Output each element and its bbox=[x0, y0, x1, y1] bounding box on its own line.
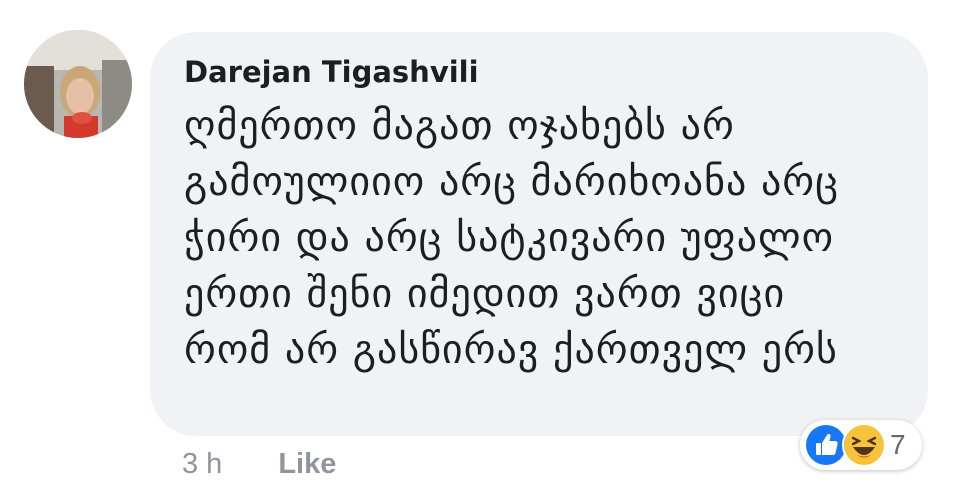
timestamp[interactable]: 3 h bbox=[182, 448, 222, 481]
avatar[interactable] bbox=[24, 30, 132, 138]
comment-text: ღმერთო მაგათ ოჯახებს არ გამოულიიო არც მა… bbox=[184, 103, 839, 373]
comment-bubble: Darejan Tigashvili ღმერთო მაგათ ოჯახებს … bbox=[150, 32, 928, 436]
haha-icon bbox=[842, 423, 886, 467]
comment-meta: 3 h Like bbox=[182, 444, 336, 484]
profile-photo bbox=[24, 30, 132, 138]
reaction-count: 7 bbox=[890, 429, 906, 460]
reactions-summary[interactable]: 7 bbox=[800, 420, 922, 470]
like-button[interactable]: Like bbox=[278, 448, 336, 481]
comment: Darejan Tigashvili ღმერთო მაგათ ოჯახებს … bbox=[0, 0, 960, 501]
author-name[interactable]: Darejan Tigashvili bbox=[184, 52, 894, 92]
